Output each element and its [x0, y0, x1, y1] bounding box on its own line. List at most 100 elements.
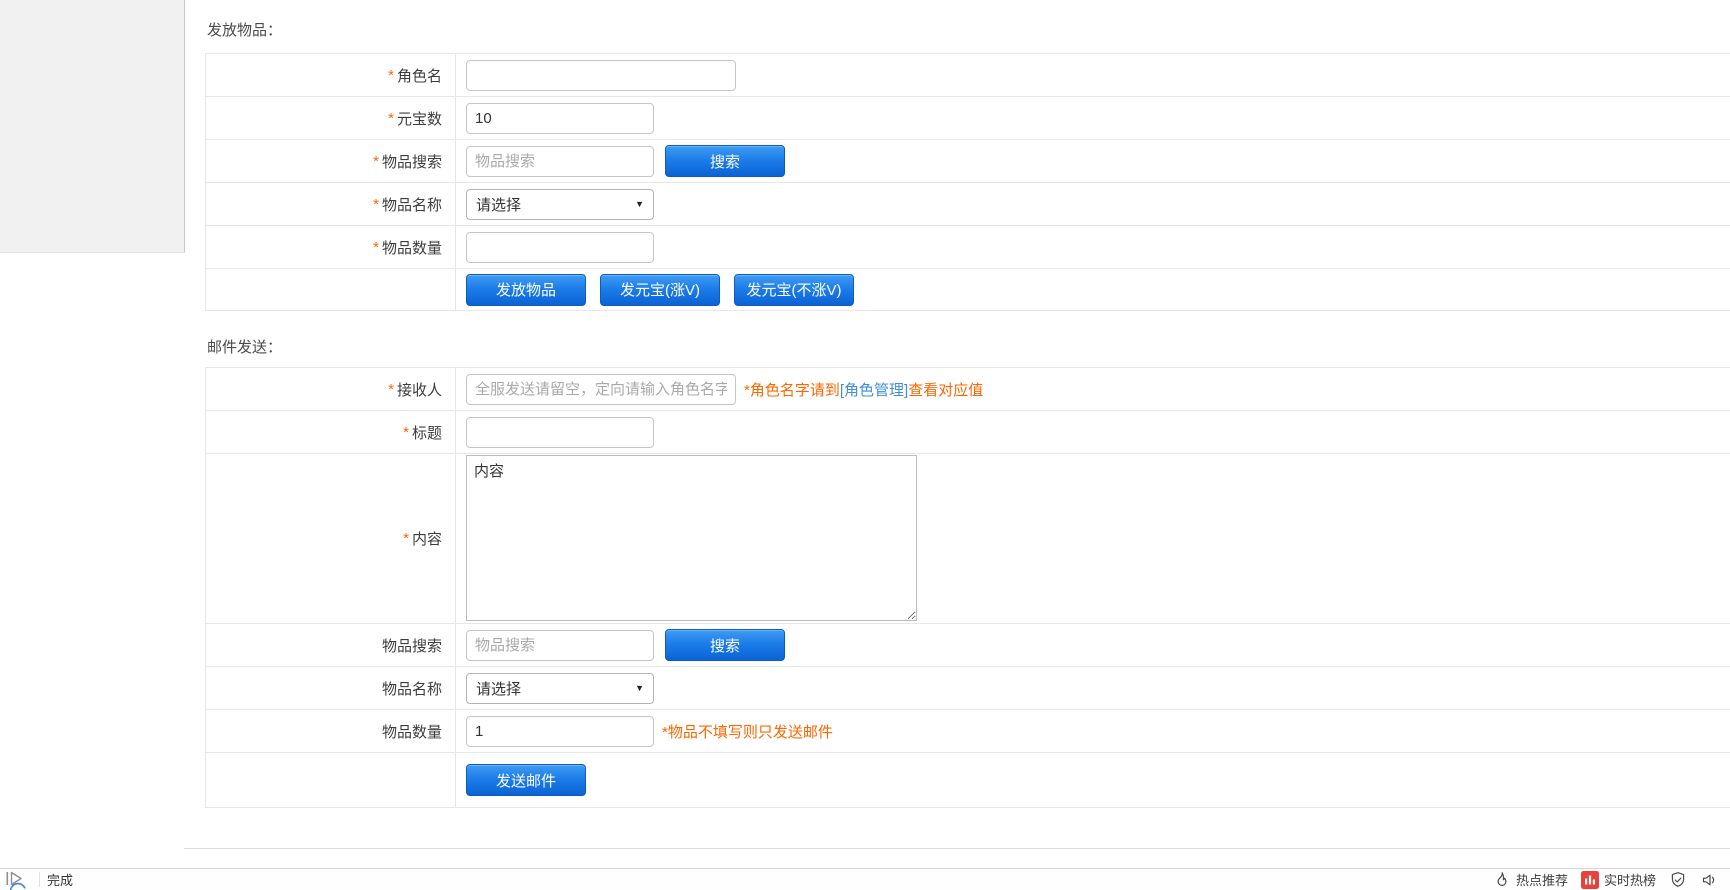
- mail-item-search-button[interactable]: 搜索: [665, 629, 785, 661]
- form-row-role-name: *角色名: [206, 54, 1730, 97]
- item-search-button[interactable]: 搜索: [665, 145, 785, 177]
- row-label-cell: *物品数量: [206, 226, 456, 268]
- statusbar-separator: [39, 872, 40, 887]
- send-yuanbao-vip-button[interactable]: 发元宝(涨V): [600, 274, 720, 306]
- row-field-cell: 搜索: [456, 624, 1730, 666]
- browser-status-bar: 完成 热点推荐 实时热榜: [0, 868, 1730, 890]
- form-row-item-quantity: *物品数量: [206, 226, 1730, 269]
- form-row-item-search: *物品搜索 搜索: [206, 140, 1730, 183]
- hint-text: 查看对应值: [908, 382, 983, 399]
- form-section-issue-items: 发放物品：*角色名*元宝数*物品搜索搜索*物品名称请选择▼*物品数量发放物品发元…: [205, 22, 1730, 311]
- form-row-recipient: *接收人 *角色名字请到[角色管理]查看对应值: [206, 368, 1730, 411]
- row-label-cell: 物品搜索: [206, 624, 456, 666]
- row-label-cell: *接收人: [206, 368, 456, 410]
- statusbar-left: 完成: [4, 869, 73, 890]
- form-row-mail-item-name: 物品名称 请选择 ▼: [206, 667, 1730, 710]
- speaker-icon: [1700, 871, 1718, 889]
- chart-badge-icon: [1581, 871, 1599, 889]
- content-divider: [184, 848, 1730, 849]
- sidebar-panel: [0, 0, 185, 253]
- mail-item-search-input[interactable]: [466, 630, 654, 661]
- row-field-cell: 发送邮件: [456, 753, 1730, 807]
- mail-item-name-select[interactable]: 请选择 ▼: [466, 673, 654, 704]
- required-asterisk: *: [373, 239, 379, 256]
- form-section-mail-send: 邮件发送：*接收人*角色名字请到[角色管理]查看对应值*标题*内容物品搜索搜索物…: [205, 339, 1730, 808]
- row-field-cell: [456, 54, 1730, 96]
- statusbar-right: 热点推荐 实时热榜: [1480, 869, 1718, 890]
- statusbar-item-chart-badge[interactable]: 实时热榜: [1581, 870, 1656, 889]
- yuanbao-count-input[interactable]: [466, 103, 654, 134]
- statusbar-item-speaker[interactable]: [1700, 871, 1718, 889]
- form-row-mail-item-search: 物品搜索 搜索: [206, 624, 1730, 667]
- row-field-cell: *角色名字请到[角色管理]查看对应值: [456, 368, 1730, 410]
- row-label-cell: 物品名称: [206, 667, 456, 709]
- field-label: 物品搜索: [382, 635, 442, 656]
- recipient-hint-link[interactable]: [角色管理]: [840, 382, 908, 399]
- required-asterisk: *: [388, 110, 394, 127]
- field-label: 接收人: [397, 379, 442, 400]
- chevron-down-icon: ▼: [635, 683, 644, 693]
- required-asterisk: *: [388, 67, 394, 84]
- role-name-input[interactable]: [466, 60, 736, 91]
- send-mail-button[interactable]: 发送邮件: [466, 764, 586, 796]
- mail-title-input[interactable]: [466, 417, 654, 448]
- section-title-issue-items: 发放物品：: [205, 22, 1730, 40]
- row-label-cell: [206, 753, 456, 807]
- field-label: 物品名称: [382, 678, 442, 699]
- statusbar-item-label: 热点推荐: [1516, 870, 1568, 889]
- form-row-mail-content: *内容: [206, 454, 1730, 624]
- row-label-cell: *内容: [206, 454, 456, 623]
- required-asterisk: *: [388, 381, 394, 398]
- field-label: 物品名称: [382, 194, 442, 215]
- item-search-input[interactable]: [466, 146, 654, 177]
- row-field-cell: [456, 97, 1730, 139]
- form-row-issue-actions: 发放物品发元宝(涨V) 发元宝(不涨V): [206, 269, 1730, 311]
- required-asterisk: *: [403, 530, 409, 547]
- field-label: 物品搜索: [382, 151, 442, 172]
- hint-text: *角色名字请到: [744, 382, 840, 399]
- field-label: 物品数量: [382, 237, 442, 258]
- field-label: 角色名: [397, 65, 442, 86]
- field-hint: *角色名字请到[角色管理]查看对应值: [744, 379, 983, 400]
- chevron-down-icon: ▼: [635, 199, 644, 209]
- page-loading-status-icon: [4, 869, 36, 890]
- issue-items-button[interactable]: 发放物品: [466, 274, 586, 306]
- row-label-cell: 物品数量: [206, 710, 456, 752]
- row-label-cell: *标题: [206, 411, 456, 453]
- mail-content-textarea[interactable]: [466, 455, 917, 621]
- statusbar-item-shield-check[interactable]: [1669, 871, 1687, 889]
- row-label-cell: *元宝数: [206, 97, 456, 139]
- flame-icon: [1493, 871, 1511, 889]
- item-name-select[interactable]: 请选择 ▼: [466, 189, 654, 220]
- select-value: 请选择: [476, 194, 521, 215]
- required-asterisk: *: [373, 196, 379, 213]
- select-value: 请选择: [476, 678, 521, 699]
- row-field-cell: [456, 411, 1730, 453]
- row-label-cell: *角色名: [206, 54, 456, 96]
- mail-item-quantity-input[interactable]: [466, 716, 654, 747]
- field-label: 标题: [412, 422, 442, 443]
- required-asterisk: *: [403, 424, 409, 441]
- row-field-cell: [456, 454, 1730, 623]
- field-label: 内容: [412, 528, 442, 549]
- form-table-mail-send: *接收人*角色名字请到[角色管理]查看对应值*标题*内容物品搜索搜索物品名称请选…: [205, 367, 1730, 808]
- row-field-cell: [456, 226, 1730, 268]
- row-field-cell: 请选择 ▼: [456, 183, 1730, 225]
- form-row-mail-title: *标题: [206, 411, 1730, 454]
- page-status-text: 完成: [47, 870, 73, 889]
- section-title-mail-send: 邮件发送：: [205, 339, 1730, 357]
- form-row-item-name: *物品名称 请选择 ▼: [206, 183, 1730, 226]
- form-content: 发放物品：*角色名*元宝数*物品搜索搜索*物品名称请选择▼*物品数量发放物品发元…: [205, 0, 1730, 808]
- item-quantity-input[interactable]: [466, 232, 654, 263]
- row-field-cell: 搜索: [456, 140, 1730, 182]
- required-asterisk: *: [373, 153, 379, 170]
- recipient-input[interactable]: [466, 374, 736, 405]
- row-label-cell: *物品搜索: [206, 140, 456, 182]
- send-yuanbao-no-vip-button[interactable]: 发元宝(不涨V): [734, 274, 854, 306]
- form-table-issue-items: *角色名*元宝数*物品搜索搜索*物品名称请选择▼*物品数量发放物品发元宝(涨V)…: [205, 53, 1730, 311]
- row-field-cell: 发放物品发元宝(涨V) 发元宝(不涨V): [456, 269, 1730, 310]
- statusbar-item-label: 实时热榜: [1604, 870, 1656, 889]
- statusbar-item-flame[interactable]: 热点推荐: [1493, 870, 1568, 889]
- form-row-yuanbao-count: *元宝数: [206, 97, 1730, 140]
- hint-text: *物品不填写则只发送邮件: [662, 724, 833, 741]
